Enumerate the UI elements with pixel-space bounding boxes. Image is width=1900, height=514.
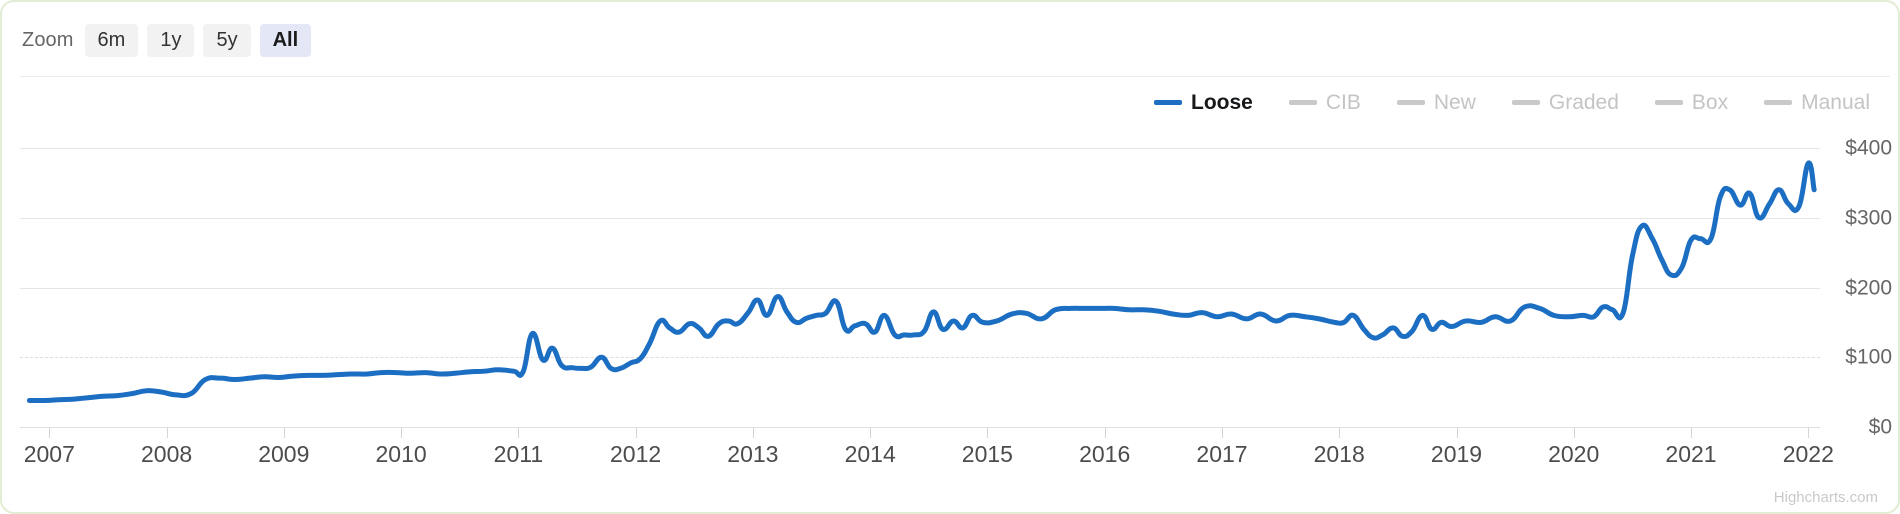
x-axis-rule: [20, 427, 1820, 428]
zoom-button-1y[interactable]: 1y: [147, 23, 195, 57]
x-axis-tick: [1104, 427, 1106, 438]
chart-legend: Loose CIB New Graded Box Manual: [1154, 86, 1870, 118]
zoom-button-5y[interactable]: 5y: [203, 23, 251, 57]
x-axis-tick: [166, 427, 168, 438]
x-axis-tick: [1808, 427, 1810, 438]
x-axis-tick: [49, 427, 51, 438]
y-axis-tick-label: $200: [1845, 276, 1892, 299]
x-axis-tick: [870, 427, 872, 438]
y-axis-tick-label: $0: [1868, 415, 1892, 439]
legend-swatch-icon: [1511, 99, 1540, 105]
legend-swatch-icon: [1764, 99, 1793, 105]
legend-swatch-icon: [1154, 99, 1182, 105]
legend-item-box[interactable]: Box: [1654, 90, 1729, 114]
legend-label: Box: [1691, 90, 1729, 114]
zoom-button-6m[interactable]: 6m: [84, 23, 139, 57]
y-axis-tick-label: $400: [1845, 136, 1892, 160]
zoom-label: Zoom: [22, 28, 74, 51]
x-axis-tick: [1456, 427, 1458, 438]
legend-item-loose[interactable]: Loose: [1154, 92, 1253, 113]
x-axis-tick-label: 2016: [1079, 441, 1131, 467]
legend-label: New: [1433, 90, 1476, 114]
x-axis-tick-label: 2021: [1665, 441, 1717, 467]
x-axis-tick-label: 2017: [1196, 441, 1248, 467]
x-axis-tick: [401, 427, 403, 438]
x-axis-tick-label: 2015: [961, 441, 1013, 467]
highcharts-credit[interactable]: Highcharts.com: [1774, 490, 1878, 505]
legend-label: Loose: [1191, 90, 1253, 114]
series-path-loose[interactable]: [29, 163, 1814, 401]
toolbar-divider: [20, 76, 1890, 77]
series-line-loose: [20, 127, 1820, 427]
legend-label: Manual: [1801, 90, 1870, 114]
x-axis-tick-label: 2018: [1313, 441, 1365, 467]
x-axis-tick-label: 2011: [493, 441, 544, 467]
x-axis-tick: [1573, 427, 1575, 438]
legend-swatch-icon: [1396, 99, 1425, 105]
x-axis-tick-label: 2019: [1430, 441, 1483, 467]
x-axis-tick: [1691, 427, 1692, 438]
x-axis-tick-label: 2007: [23, 441, 75, 467]
legend-label: CIB: [1325, 90, 1361, 114]
x-axis-tick-label: 2012: [610, 441, 662, 467]
x-axis-labels: 2007 2008 2009 2010 2011 2012 2013 2014 2015 2016…: [20, 441, 1834, 477]
plot-area: [20, 127, 1820, 428]
x-axis-tick-label: 2022: [1782, 441, 1834, 467]
x-axis-tick: [635, 427, 637, 438]
x-axis-tick: [518, 427, 520, 438]
x-axis-tick: [1339, 427, 1341, 438]
x-axis-tick-label: 2013: [727, 441, 779, 467]
x-axis-tick-label: 2014: [844, 441, 896, 467]
legend-item-manual[interactable]: Manual: [1764, 92, 1870, 113]
x-axis-tick-label: 2020: [1548, 441, 1600, 467]
x-axis: [20, 427, 1820, 441]
x-axis-tick-label: 2008: [141, 441, 193, 467]
x-axis-tick-label: 2009: [258, 441, 310, 467]
x-axis-tick: [987, 427, 989, 438]
zoom-range-selector: Zoom 6m 1y 5y All: [22, 20, 312, 60]
x-axis-tick: [1222, 427, 1223, 438]
x-axis-tick-label: 2010: [375, 441, 427, 467]
legend-item-cib[interactable]: CIB: [1288, 90, 1361, 114]
y-axis-tick-label: $300: [1845, 206, 1892, 230]
x-axis-tick: [752, 427, 754, 438]
zoom-button-all[interactable]: All: [259, 23, 312, 57]
legend-swatch-icon: [1654, 99, 1683, 105]
y-axis-tick-label: $100: [1845, 345, 1892, 369]
x-axis-tick: [283, 427, 285, 438]
price-history-chart-widget: Zoom 6m 1y 5y All Loose CIB New Graded Box Ma…: [0, 0, 1900, 514]
legend-item-graded[interactable]: Graded: [1511, 90, 1619, 114]
legend-item-new[interactable]: New: [1396, 90, 1476, 114]
legend-swatch-icon: [1288, 99, 1317, 105]
legend-label: Graded: [1548, 90, 1619, 114]
